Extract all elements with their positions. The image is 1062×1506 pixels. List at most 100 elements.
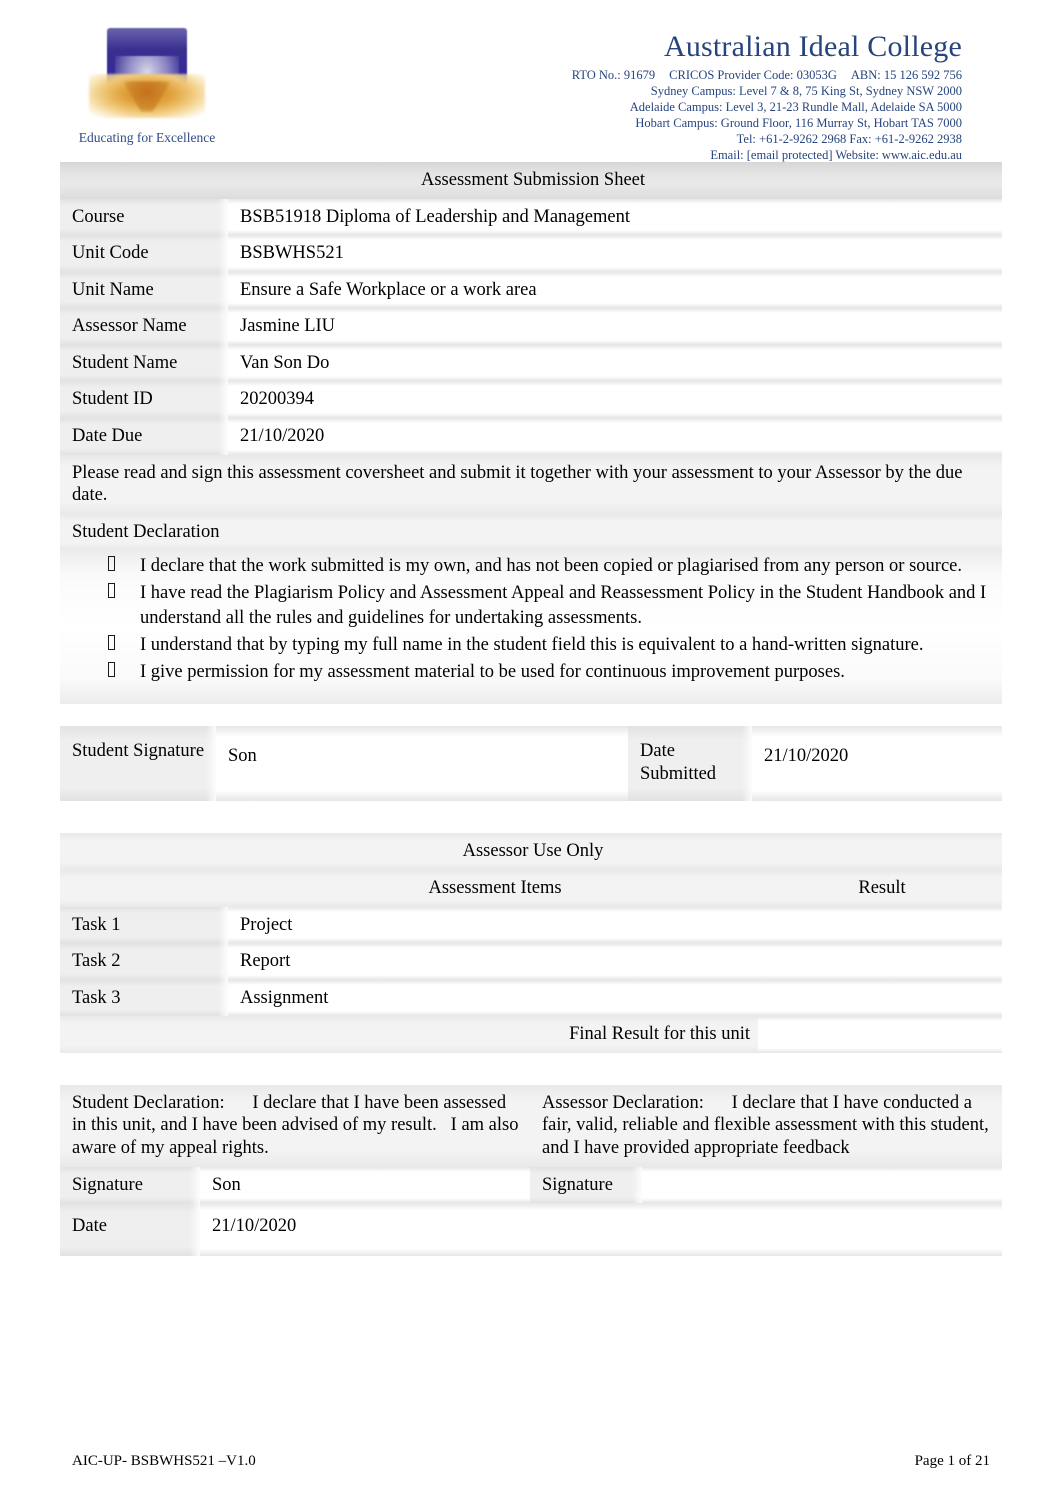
assessor-section-title: Assessor Use Only [60,833,1002,871]
list-item: I declare that the work submitted is my … [108,554,990,580]
task-result-b[interactable] [880,943,1002,980]
rto-number: RTO No.: 91679 [571,68,656,82]
task-result-a[interactable] [758,979,880,1017]
page-header: Educating for Excellence Australian Idea… [0,0,1062,162]
field-row-date-due: Date Due 21/10/2020 [60,417,1003,455]
hands-icon [89,74,205,118]
college-name: Australian Ideal College [663,30,962,63]
assessment-sheet: Assessment Submission Sheet Course BSB51… [60,162,1003,1256]
list-item: I give permission for my assessment mate… [108,660,990,686]
assessor-section-title-row: Assessor Use Only [60,833,1002,871]
assessor-header-blank [60,870,228,907]
sheet-title-row: Assessment Submission Sheet [60,162,1003,199]
field-value-date-due[interactable]: 21/10/2020 [228,417,1003,455]
college-logo-block: Educating for Excellence [72,22,222,146]
task-item: Project [228,906,758,944]
final-result-a[interactable] [758,1016,880,1053]
task-result-a[interactable] [758,906,880,944]
field-value-unit-code[interactable]: BSBWHS521 [228,235,1003,272]
task-result-b[interactable] [880,979,1002,1017]
field-value-unit-name[interactable]: Ensure a Safe Workplace or a work area [228,271,1003,309]
footer-document-code: AIC-UP- BSBWHS521 –V1.0 [72,1453,256,1469]
field-row-unit-code: Unit Code BSBWHS521 [60,235,1003,272]
contact-email-website: Email: [email protected] Website: www.ai… [710,148,962,162]
section-spacer-large [60,801,1002,833]
task-item: Report [228,943,758,980]
final-result-blank [60,1016,228,1053]
declaration-item-text: I understand that by typing my full name… [140,634,924,655]
field-label-unit-code: Unit Code [60,235,228,272]
bullet-box-icon [108,556,115,572]
field-value-student-id[interactable]: 20200394 [228,381,1003,418]
field-row-student-id: Student ID 20200394 [60,381,1003,418]
date-submitted-label: Date Submitted [628,726,752,801]
campus-hobart: Hobart Campus: Ground Floor, 116 Murray … [635,116,962,130]
student-final-signature-value[interactable]: Son [200,1166,530,1204]
section-spacer-large-2 [60,1053,1002,1085]
cover-sheet-table: Assessment Submission Sheet Course BSB51… [60,162,1003,705]
page-footer: AIC-UP- BSBWHS521 –V1.0 Page 1 of 21 [72,1453,990,1470]
student-final-date-value[interactable]: 21/10/2020 [200,1203,530,1256]
assessor-final-signature-label: Signature [530,1167,642,1204]
date-submitted-value[interactable]: 21/10/2020 [752,726,1002,802]
signature-strip-table: Student Signature Son Date Submitted 21/… [60,726,1002,802]
page-title: Assessment Submission Sheet [60,162,1003,199]
instruction-row: Please read and sign this assessment cov… [60,454,1003,514]
declaration-item-text: I have read the Plagiarism Policy and As… [140,583,987,628]
footer-page-number: Page 1 of 21 [914,1453,990,1469]
field-row-assessor-name: Assessor Name Jasmine LIU [60,308,1003,345]
assessor-header-row: Assessment Items Result [60,870,1002,907]
final-signature-row: Signature Son Signature [60,1166,1002,1204]
student-signature-label: Student Signature [60,726,216,801]
instruction-text: Please read and sign this assessment cov… [60,454,1003,514]
bullet-box-icon [108,583,115,599]
assessor-use-only-table: Assessor Use Only Assessment Items Resul… [60,833,1002,1053]
task-item: Assignment [228,979,758,1017]
contact-phone: Tel: +61-2-9262 2968 Fax: +61-2-9262 293… [736,132,962,146]
task-label: Task 3 [60,980,228,1017]
field-label-student-name: Student Name [60,345,228,382]
campus-sydney: Sydney Campus: Level 7 & 8, 75 King St, … [650,84,962,98]
assessor-final-signature-value[interactable] [642,1166,1002,1204]
declaration-text-row: Student Declaration: I declare that I ha… [60,1084,1002,1167]
task-label: Task 2 [60,943,228,980]
field-label-student-id: Student ID [60,381,228,418]
field-row-course: Course BSB51918 Diploma of Leadership an… [60,198,1003,236]
column-header-result: Result [758,870,1002,907]
final-result-label: Final Result for this unit [228,1016,758,1053]
field-row-unit-name: Unit Name Ensure a Safe Workplace or a w… [60,271,1003,309]
table-row: Task 3 Assignment [60,979,1002,1017]
table-row: Task 2 Report [60,943,1002,980]
registration-line: RTO No.: 91679 CRICOS Provider Code: 030… [572,67,962,83]
declaration-item-text: I declare that the work submitted is my … [140,556,962,577]
student-final-declaration-text: Student Declaration: I declare that I ha… [60,1084,530,1167]
bullet-box-icon [108,662,115,678]
campus-adelaide: Adelaide Campus: Level 3, 21-23 Rundle M… [629,100,962,114]
final-declarations-table: Student Declaration: I declare that I ha… [60,1084,1002,1256]
assessor-final-date-blank [530,1203,642,1256]
assessor-final-date-value[interactable] [642,1203,1002,1256]
student-final-date-label: Date [60,1203,200,1256]
task-result-a[interactable] [758,943,880,980]
assessor-final-declaration-text: Assessor Declaration: I declare that I h… [530,1084,1002,1167]
task-result-b[interactable] [880,906,1002,944]
student-declaration-heading: Student Declaration [60,513,1003,551]
field-row-student-name: Student Name Van Son Do [60,344,1003,382]
college-shield-logo-icon [87,22,207,127]
abn-number: ABN: 15 126 592 756 [850,68,962,82]
signature-row: Student Signature Son Date Submitted 21/… [60,726,1002,802]
field-label-date-due: Date Due [60,418,228,455]
field-value-student-name[interactable]: Van Son Do [228,344,1003,382]
student-signature-value[interactable]: Son [216,726,628,802]
field-label-assessor-name: Assessor Name [60,308,228,345]
field-value-assessor-name[interactable]: Jasmine LIU [228,308,1003,345]
list-item: I understand that by typing my full name… [108,633,990,659]
list-item: I have read the Plagiarism Policy and As… [108,581,990,631]
final-result-b[interactable] [880,1016,1002,1053]
declaration-list-row: I declare that the work submitted is my … [60,550,1003,705]
logo-tagline: Educating for Excellence [78,130,216,145]
table-row: Task 1 Project [60,906,1002,944]
column-header-assessment-items: Assessment Items [228,870,758,907]
field-value-course[interactable]: BSB51918 Diploma of Leadership and Manag… [228,198,1003,236]
